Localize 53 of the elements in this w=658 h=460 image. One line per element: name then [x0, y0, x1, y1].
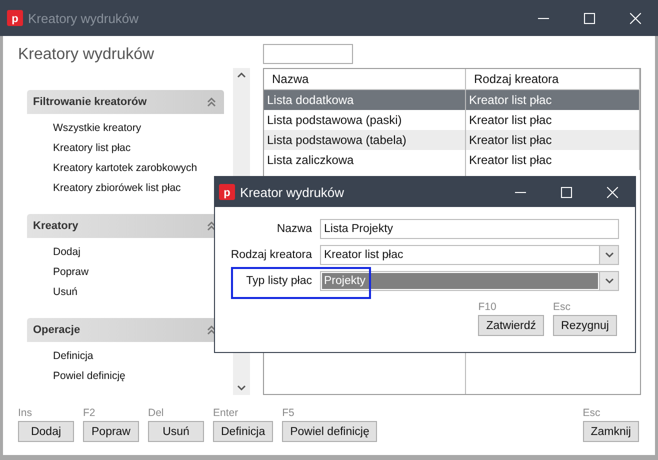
search-field[interactable] [263, 44, 353, 64]
section-title: Operacje [33, 324, 80, 336]
action-button[interactable]: Definicja [213, 421, 274, 442]
dropdown-field[interactable]: Projekty [320, 271, 619, 291]
table-row[interactable]: Lista podstawowa (tabela) Kreator list płac [264, 130, 640, 150]
collapse-icon[interactable] [207, 325, 216, 335]
dialog-button[interactable]: Rezygnuj [553, 315, 617, 336]
action-button[interactable]: Usuń [148, 421, 204, 442]
shortcut-label: Del [148, 407, 165, 421]
dialog-button[interactable]: Zatwierdź [478, 315, 544, 336]
shortcut-label: Ins [18, 407, 34, 421]
action-button[interactable]: Popraw [83, 421, 139, 442]
shortcut-label: F2 [83, 407, 96, 421]
field-label: Rodzaj kreatora [230, 249, 313, 261]
action-button[interactable]: Dodaj [18, 421, 74, 442]
sidebar-link[interactable]: Powiel definicję [53, 369, 224, 384]
column-header[interactable]: Rodzaj kreatora [466, 69, 640, 89]
shortcut-label: F10 [478, 301, 498, 315]
chevron-down-icon[interactable] [237, 385, 246, 391]
section-title: Kreatory [33, 220, 78, 232]
close-button[interactable]: Zamknij [582, 421, 639, 442]
sidebar-link[interactable]: Definicja [53, 349, 224, 364]
table-cell: Kreator list płac [466, 150, 640, 170]
app-logo-icon: p [7, 10, 23, 26]
sidebar-link[interactable]: Kreatory kartotek zarobkowych [53, 161, 224, 176]
sidebar-link[interactable]: Wszystkie kreatory [53, 121, 224, 136]
field-label: Nazwa [276, 223, 313, 235]
section-header[interactable]: Filtrowanie kreatorów [27, 90, 224, 114]
field-label: Typ listy płac [245, 275, 313, 287]
chevron-down-icon[interactable] [604, 278, 614, 284]
column-header[interactable]: Nazwa [264, 69, 466, 89]
action-button[interactable]: Powiel definicję [282, 421, 378, 442]
text-field[interactable]: Lista Projekty [320, 219, 619, 239]
page-heading: Kreatory wydruków [18, 46, 156, 65]
maximize-icon[interactable] [584, 12, 594, 24]
chevron-up-icon[interactable] [237, 72, 246, 78]
collapse-icon[interactable] [207, 221, 216, 231]
shortcut-label: Esc [553, 301, 572, 315]
maximize-icon[interactable] [560, 186, 572, 198]
app-logo-icon: p [219, 184, 235, 200]
table-cell: Lista zaliczkowa [264, 150, 466, 170]
dropdown-field[interactable]: Kreator list płac [320, 245, 619, 265]
dialog-title: Kreator wydruków [240, 184, 346, 200]
close-icon[interactable] [606, 186, 618, 198]
section-title: Filtrowanie kreatorów [33, 96, 147, 108]
chevron-down-icon[interactable] [604, 252, 614, 258]
table-row[interactable]: Lista dodatkowa Kreator list płac [264, 90, 640, 110]
shortcut-label: F5 [282, 407, 296, 421]
close-icon[interactable] [630, 12, 640, 24]
window-title: Kreatory wydruków [28, 10, 140, 26]
sidebar-link[interactable]: Kreatory list płac [53, 141, 224, 156]
shortcut-label: Esc [582, 407, 602, 421]
shortcut-label: Enter [213, 407, 240, 421]
